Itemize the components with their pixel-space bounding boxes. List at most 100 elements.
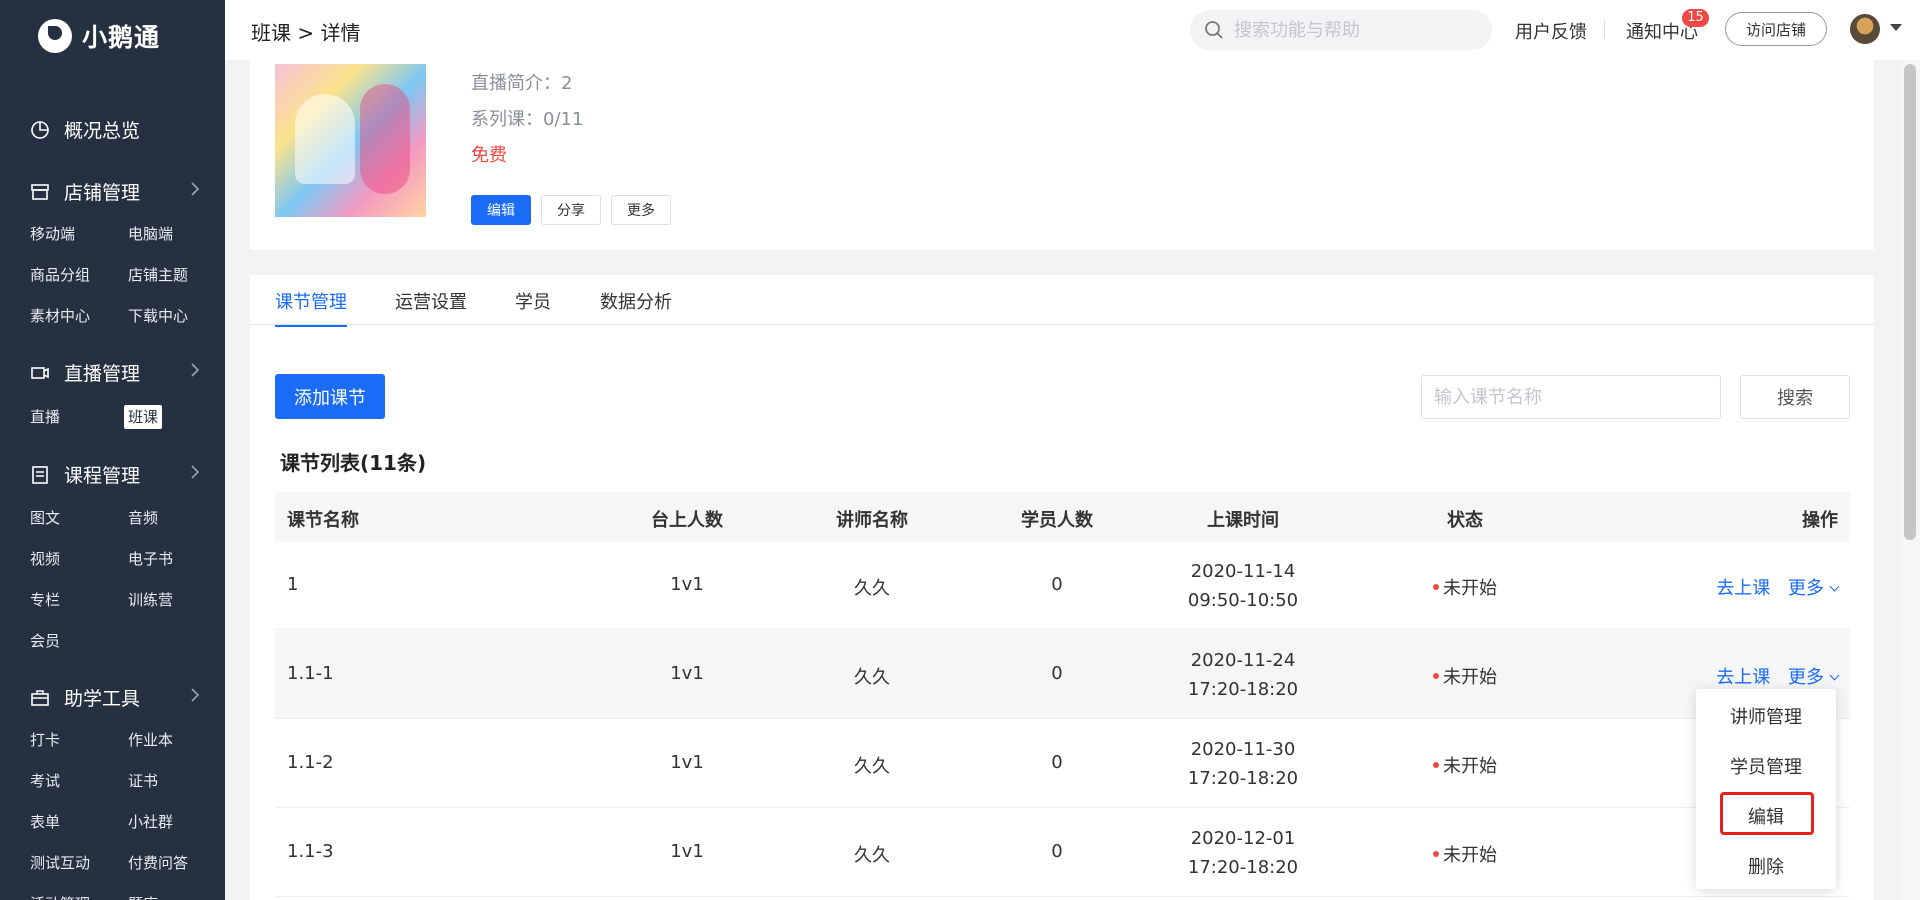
column-header-students: 学员人数 [1021, 510, 1093, 531]
top-header: 班课 > 详情 用户反馈 通知中心 15 访问店铺 [225, 0, 1920, 60]
sidebar-item-mobile[interactable]: 移动端 [30, 222, 128, 246]
chevron-down-icon [1829, 670, 1840, 681]
sidebar-item-overview[interactable]: 概况总览 [30, 116, 200, 143]
sidebar-item-live[interactable]: 直播 [30, 405, 128, 429]
sidebar-group-store[interactable]: 店铺管理 [30, 178, 200, 205]
global-search [1190, 10, 1492, 50]
menu-item-lecturer-management[interactable]: 讲师管理 [1696, 703, 1836, 729]
price-label: 免费 [471, 145, 507, 166]
sidebar-live-items: 直播 班课 [30, 405, 226, 429]
page-scrollbar[interactable] [1900, 60, 1920, 900]
sidebar-group-course[interactable]: 课程管理 [30, 461, 200, 488]
feedback-link[interactable]: 用户反馈 [1515, 18, 1587, 44]
table-row: 1.1-1 1v1 久久 0 2020-11-24 17:20-18:20 未开… [275, 631, 1850, 719]
lesson-date: 2020-11-14 [1190, 561, 1296, 582]
sidebar-item-audio[interactable]: 音频 [128, 506, 226, 530]
sidebar-item-label: 概况总览 [64, 120, 141, 142]
sidebar-item-article[interactable]: 图文 [30, 506, 128, 530]
edit-course-button[interactable]: 编辑 [471, 195, 531, 225]
status-text: 未开始 [1443, 756, 1497, 777]
status-badge: 未开始 [1433, 663, 1497, 689]
sidebar-item-class-course[interactable]: 班课 [124, 405, 163, 429]
sidebar-item-store-theme[interactable]: 店铺主题 [128, 263, 226, 287]
student-count: 0 [1051, 574, 1063, 595]
sidebar-course-items: 图文 音频 视频 电子书 专栏 训练营 会员 [30, 506, 226, 653]
table-row: 1 1v1 久久 0 2020-11-14 09:50-10:50 未开始 去上… [275, 542, 1850, 630]
column-header-actions: 操作 [1802, 510, 1838, 531]
sidebar-item-homework[interactable]: 作业本 [128, 728, 226, 752]
lesson-search-button[interactable]: 搜索 [1740, 375, 1850, 419]
status-badge: 未开始 [1433, 752, 1497, 778]
breadcrumb: 班课 > 详情 [251, 21, 361, 45]
sidebar-item-exam[interactable]: 考试 [30, 769, 128, 793]
avatar[interactable] [1850, 14, 1880, 44]
sidebar-item-video[interactable]: 视频 [30, 547, 128, 571]
menu-item-student-management[interactable]: 学员管理 [1696, 753, 1836, 779]
lesson-search-input[interactable] [1421, 375, 1721, 419]
sidebar-item-paid-qa[interactable]: 付费问答 [128, 851, 226, 875]
column-header-stage: 台上人数 [651, 510, 723, 531]
go-to-class-link[interactable]: 去上课 [1716, 667, 1770, 688]
sidebar-item-product-groups[interactable]: 商品分组 [30, 263, 128, 287]
sidebar-item-form[interactable]: 表单 [30, 810, 128, 834]
scrollbar-thumb[interactable] [1904, 64, 1916, 540]
status-text: 未开始 [1443, 667, 1497, 688]
table-row: 1.1-3 1v1 久久 0 2020-12-01 17:20-18:20 未开… [275, 809, 1850, 897]
row-actions: 去上课 更多 [1716, 663, 1840, 689]
sidebar-item-events[interactable]: 活动管理 [30, 892, 128, 900]
sidebar-group-live[interactable]: 直播管理 [30, 359, 200, 386]
lesson-date: 2020-11-24 [1190, 650, 1296, 671]
sidebar-group-label: 助学工具 [64, 688, 141, 710]
sidebar-item-question-bank[interactable]: 题库 [128, 892, 226, 900]
lesson-date: 2020-11-30 [1190, 739, 1296, 760]
chevron-right-icon [190, 463, 200, 485]
sidebar-item-camp[interactable]: 训练营 [128, 588, 226, 612]
sidebar-item-column[interactable]: 专栏 [30, 588, 128, 612]
tab-students[interactable]: 学员 [515, 288, 551, 325]
status-text: 未开始 [1443, 845, 1497, 866]
sidebar-item-ebook[interactable]: 电子书 [128, 547, 226, 571]
goose-logo-icon [38, 19, 72, 53]
table-row: 1.1-2 1v1 久久 0 2020-11-30 17:20-18:20 未开… [275, 720, 1850, 808]
status-text: 未开始 [1443, 578, 1497, 599]
tab-bar: 课节管理 运营设置 学员 数据分析 [250, 275, 1874, 327]
toolbox-icon [30, 688, 50, 708]
lesson-time-range: 09:50-10:50 [1187, 590, 1299, 611]
more-actions-link[interactable]: 更多 [1788, 667, 1840, 688]
lesson-time: 2020-11-14 09:50-10:50 [1188, 557, 1298, 615]
sidebar-group-tools[interactable]: 助学工具 [30, 684, 200, 711]
stage-count: 1v1 [670, 574, 704, 595]
tab-data-analysis[interactable]: 数据分析 [600, 288, 672, 325]
menu-item-delete[interactable]: 删除 [1696, 853, 1836, 879]
sidebar-item-assets[interactable]: 素材中心 [30, 304, 128, 328]
sidebar-item-community[interactable]: 小社群 [128, 810, 226, 834]
global-search-input[interactable] [1234, 18, 1474, 42]
row-actions: 去上课 更多 [1716, 574, 1840, 600]
brand-logo[interactable]: 小鹅通 [38, 18, 160, 54]
sidebar-item-quiz[interactable]: 测试互动 [30, 851, 128, 875]
sidebar-item-desktop[interactable]: 电脑端 [128, 222, 226, 246]
lecturer-name: 久久 [854, 845, 890, 866]
lesson-name: 1 [287, 574, 299, 595]
lesson-time: 2020-11-24 17:20-18:20 [1188, 646, 1298, 704]
stage-count: 1v1 [670, 663, 704, 684]
video-camera-icon [30, 363, 50, 383]
caret-down-icon[interactable] [1890, 24, 1902, 31]
sidebar-item-membership[interactable]: 会员 [30, 629, 128, 653]
sidebar-item-downloads[interactable]: 下载中心 [128, 304, 226, 328]
lesson-name: 1.1-3 [287, 841, 334, 862]
visit-store-button[interactable]: 访问店铺 [1725, 12, 1827, 46]
lesson-time: 2020-12-01 17:20-18:20 [1188, 824, 1298, 882]
tab-lesson-management[interactable]: 课节管理 [275, 288, 347, 327]
status-dot-icon [1433, 584, 1439, 590]
tab-operations[interactable]: 运营设置 [395, 288, 467, 325]
add-lesson-button[interactable]: 添加课节 [275, 374, 385, 419]
more-course-button[interactable]: 更多 [611, 195, 671, 225]
column-header-status: 状态 [1447, 510, 1483, 531]
sidebar-group-label: 直播管理 [64, 363, 141, 385]
go-to-class-link[interactable]: 去上课 [1716, 578, 1770, 599]
share-course-button[interactable]: 分享 [541, 195, 601, 225]
sidebar-item-certificate[interactable]: 证书 [128, 769, 226, 793]
more-actions-link[interactable]: 更多 [1788, 578, 1840, 599]
sidebar-item-checkin[interactable]: 打卡 [30, 728, 128, 752]
